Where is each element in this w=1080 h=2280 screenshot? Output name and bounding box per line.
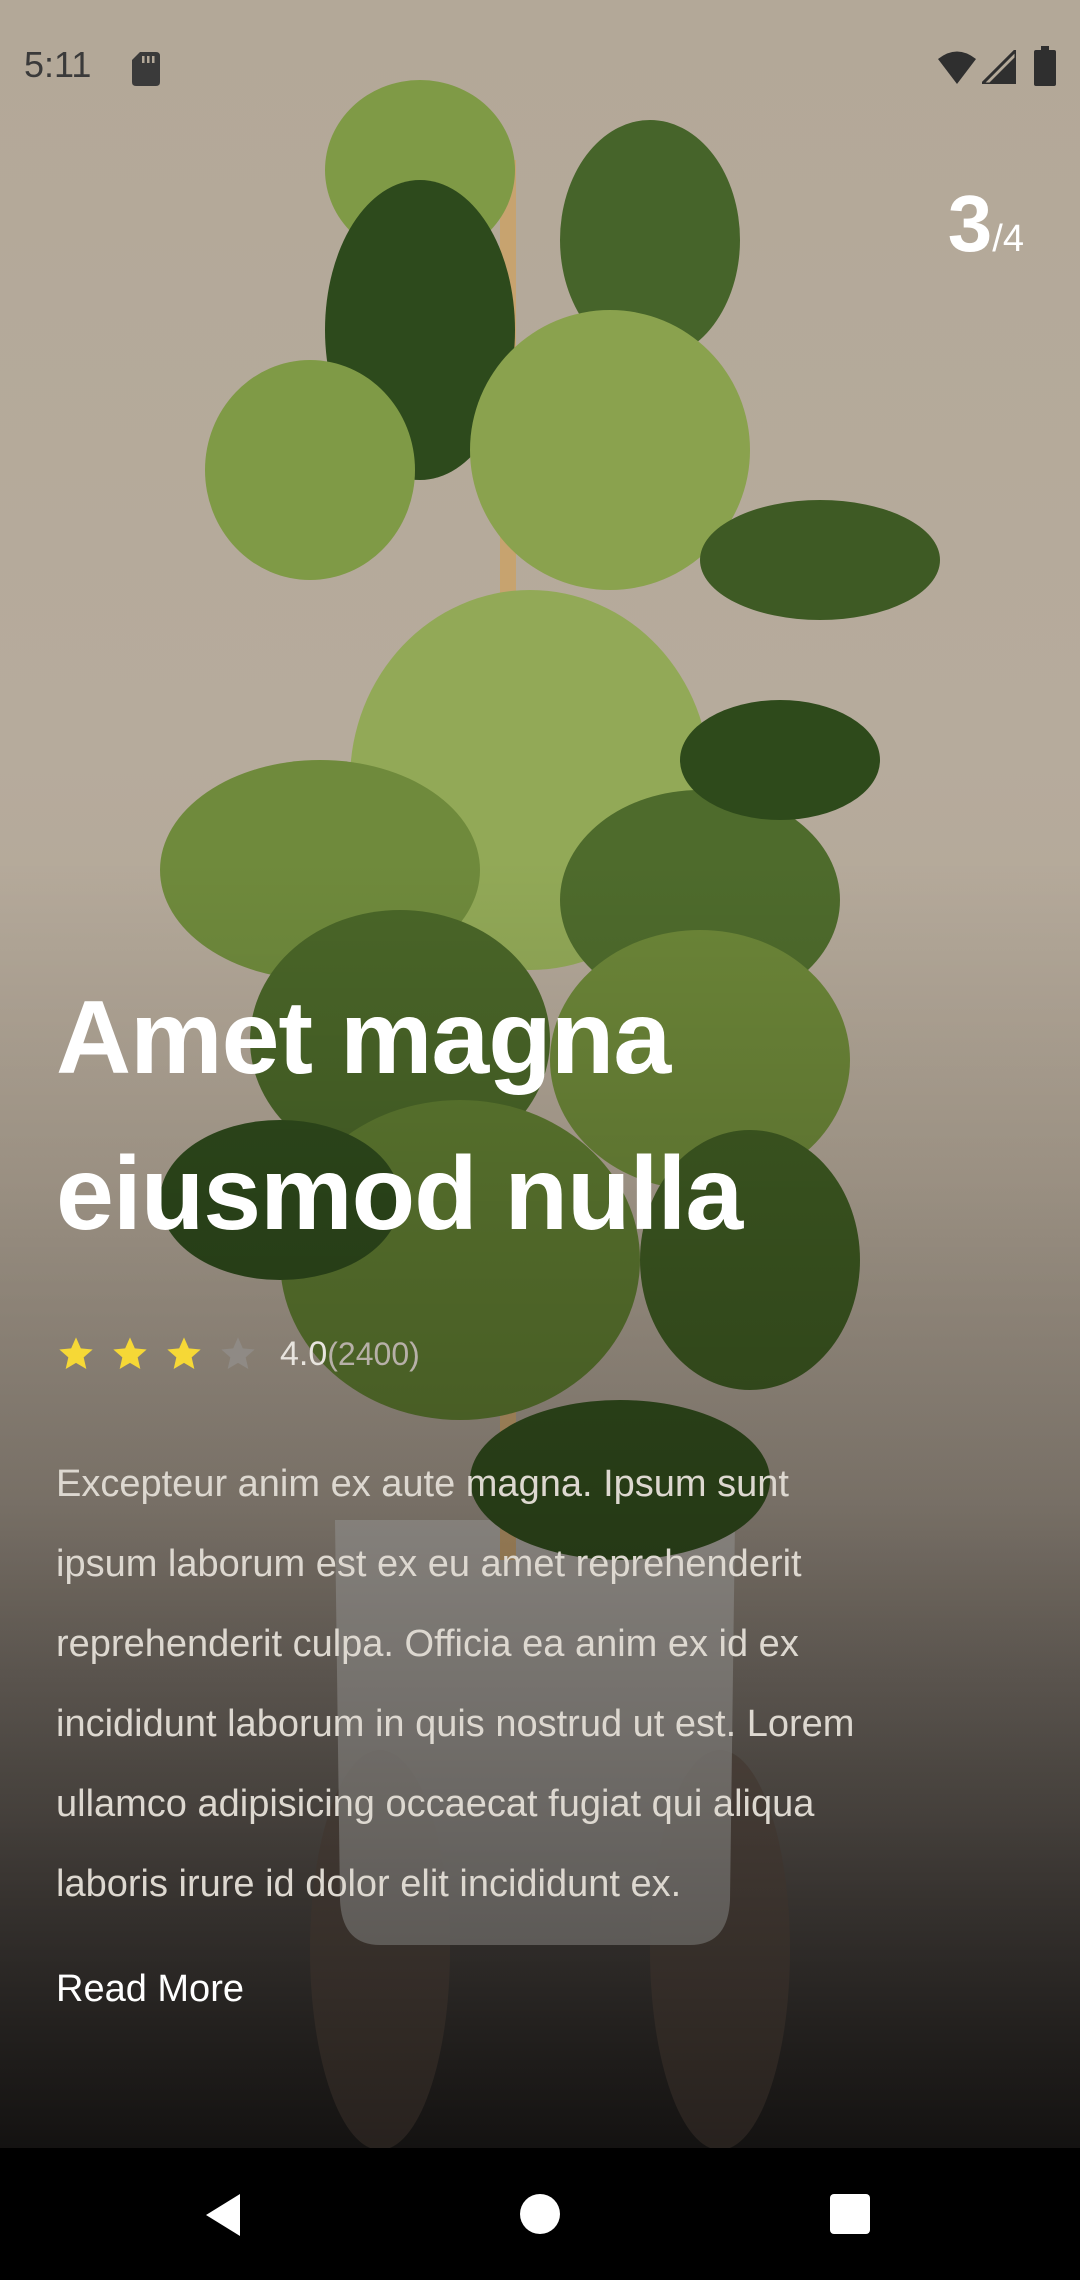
star-empty-icon <box>221 1337 255 1369</box>
sd-card-icon <box>132 52 160 86</box>
home-icon[interactable] <box>516 2190 564 2238</box>
battery-icon <box>1034 46 1056 86</box>
status-time: 5:11 <box>24 44 92 85</box>
cell-signal-icon <box>982 50 1016 84</box>
page-current: 3 <box>947 179 993 268</box>
rating-value: 4.0 <box>280 1334 328 1373</box>
product-detail-screen: 5:11 3/4 Amet magna eiusmod nulla 4.0 (2… <box>0 0 1080 2280</box>
product-description: Excepteur anim ex aute magna. Ipsum sunt… <box>56 1463 855 1905</box>
product-title: Amet magna eiusmod nulla <box>56 980 743 1252</box>
rating-count: (2400) <box>327 1335 420 1372</box>
read-more-button[interactable]: Read More <box>56 1968 244 2011</box>
product-content: Amet magna eiusmod nulla 4.0 (2400) Excep… <box>56 960 896 2011</box>
star-filled-icon <box>113 1337 147 1369</box>
recents-icon[interactable] <box>828 2192 872 2236</box>
star-filled-icon <box>59 1337 93 1369</box>
wifi-icon <box>938 51 976 84</box>
star-filled-icon <box>167 1337 201 1369</box>
rating-row: 4.0 (2400) <box>56 1324 896 1384</box>
navigation-bar <box>0 2148 1080 2280</box>
back-icon[interactable] <box>200 2190 250 2240</box>
page-total: /4 <box>992 218 1024 260</box>
status-bar: 5:11 <box>0 0 1080 140</box>
page-indicator: 3/4 <box>948 178 1024 270</box>
